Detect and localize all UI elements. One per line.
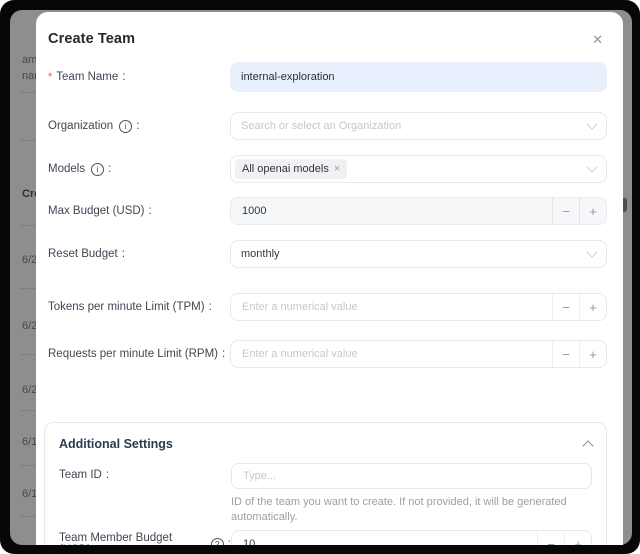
additional-settings-panel: Additional Settings Team ID : ID of the … bbox=[44, 422, 607, 545]
create-team-modal: Create Team ✕ * Team Name : Organization… bbox=[36, 12, 623, 545]
decrement-button[interactable]: − bbox=[552, 294, 579, 320]
remove-tag-icon[interactable]: × bbox=[334, 163, 340, 175]
model-tag: All openai models × bbox=[235, 159, 347, 179]
max-budget-input[interactable] bbox=[231, 198, 552, 224]
additional-settings-title: Additional Settings bbox=[59, 437, 173, 451]
field-row-tpm: Tokens per minute Limit (TPM) : − + bbox=[48, 293, 607, 321]
max-budget-stepper: − + bbox=[230, 197, 607, 225]
rpm-label: Requests per minute Limit (RPM) : bbox=[48, 348, 230, 360]
field-row-models: Models i : All openai models × bbox=[48, 155, 607, 183]
team-id-label: Team ID : bbox=[59, 463, 231, 481]
models-label: Models i : bbox=[48, 163, 230, 176]
question-icon: ? bbox=[211, 538, 224, 546]
background-text-fragment: 6/2 bbox=[22, 254, 37, 266]
decrement-button[interactable]: − bbox=[537, 531, 564, 545]
increment-button[interactable]: + bbox=[579, 341, 606, 367]
increment-button[interactable]: + bbox=[564, 531, 591, 545]
rpm-input[interactable] bbox=[231, 341, 552, 367]
required-asterisk: * bbox=[48, 71, 52, 83]
rpm-stepper: − + bbox=[230, 340, 607, 368]
organization-placeholder: Search or select an Organization bbox=[241, 120, 401, 132]
team-member-budget-stepper: − + bbox=[231, 530, 592, 545]
increment-button[interactable]: + bbox=[579, 198, 606, 224]
field-row-rpm: Requests per minute Limit (RPM) : − + bbox=[48, 340, 607, 368]
organization-label: Organization i : bbox=[48, 120, 230, 133]
team-name-label: * Team Name : bbox=[48, 71, 230, 83]
reset-budget-label: Reset Budget : bbox=[48, 248, 230, 260]
field-row-max-budget: Max Budget (USD) : − + bbox=[48, 197, 607, 225]
tpm-stepper: − + bbox=[230, 293, 607, 321]
organization-select[interactable]: Search or select an Organization bbox=[230, 112, 607, 140]
max-budget-label: Max Budget (USD) : bbox=[48, 205, 230, 217]
team-member-budget-input[interactable] bbox=[232, 531, 537, 545]
field-row-organization: Organization i : Search or select an Org… bbox=[48, 112, 607, 140]
tpm-label: Tokens per minute Limit (TPM) : bbox=[48, 301, 230, 313]
background-text-fragment: 6/2 bbox=[22, 384, 37, 396]
decrement-button[interactable]: − bbox=[552, 341, 579, 367]
models-select[interactable]: All openai models × bbox=[230, 155, 607, 183]
field-row-team-member-budget: Team Member Budget (USD) ? : − + bbox=[59, 530, 592, 545]
background-text-fragment: 6/1 bbox=[22, 488, 37, 500]
reset-budget-value: monthly bbox=[241, 248, 280, 260]
chevron-down-icon bbox=[586, 246, 597, 257]
close-icon[interactable]: ✕ bbox=[588, 33, 607, 46]
background-text-fragment: 6/2 bbox=[22, 320, 37, 332]
info-icon: i bbox=[91, 163, 104, 176]
team-name-input[interactable] bbox=[230, 62, 607, 92]
tpm-input[interactable] bbox=[231, 294, 552, 320]
modal-header: Create Team ✕ bbox=[48, 28, 607, 50]
info-icon: i bbox=[119, 120, 132, 133]
team-member-budget-label: Team Member Budget (USD) ? : bbox=[59, 532, 231, 545]
modal-title: Create Team bbox=[48, 31, 135, 47]
chevron-down-icon bbox=[586, 161, 597, 172]
background-text-fragment: am bbox=[22, 54, 37, 66]
field-row-team-id: Team ID : ID of the team you want to cre… bbox=[59, 463, 592, 525]
chevron-down-icon bbox=[586, 118, 597, 129]
team-id-input[interactable] bbox=[231, 463, 592, 489]
chevron-up-icon bbox=[582, 440, 593, 451]
decrement-button[interactable]: − bbox=[552, 198, 579, 224]
field-row-reset-budget: Reset Budget : monthly bbox=[48, 240, 607, 268]
background-text-fragment: 6/1 bbox=[22, 436, 37, 448]
additional-settings-header[interactable]: Additional Settings bbox=[59, 435, 592, 453]
increment-button[interactable]: + bbox=[579, 294, 606, 320]
window-frame: am nar Cre 6/2 6/2 6/2 6/1 6/1 Create Te… bbox=[0, 0, 640, 554]
team-id-help-text: ID of the team you want to create. If no… bbox=[231, 495, 592, 525]
field-row-team-name: * Team Name : bbox=[48, 62, 607, 92]
reset-budget-select[interactable]: monthly bbox=[230, 240, 607, 268]
